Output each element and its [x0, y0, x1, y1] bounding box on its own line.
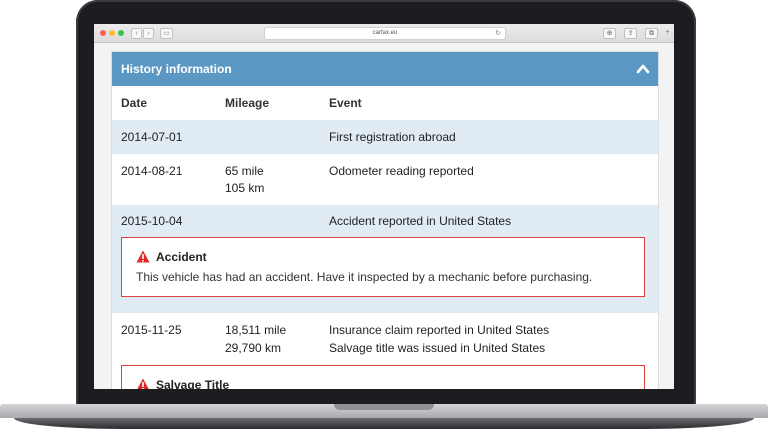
row-event: Salvage title was issued in United State… — [329, 341, 546, 355]
chevron-up-icon[interactable] — [636, 62, 650, 76]
share-icon[interactable]: ⇪ — [624, 28, 637, 39]
row-event: Insurance claim reported in United State… — [329, 323, 550, 337]
panel-title: History information — [121, 62, 232, 76]
row-mileage-km: 29,790 km — [225, 341, 282, 355]
alert-title: Accident — [156, 250, 207, 264]
new-tab-icon[interactable]: + — [663, 28, 672, 37]
row-event: First registration abroad — [329, 130, 456, 144]
column-mileage: Mileage — [225, 96, 270, 110]
url-text: carfax.eu — [372, 30, 398, 36]
history-panel: History information Date Mileage Event 2… — [111, 51, 659, 389]
salvage-title-alert: Salvage Title — [121, 365, 645, 389]
table-header: Date Mileage Event — [112, 86, 658, 120]
reload-icon[interactable]: ↻ — [495, 28, 501, 39]
laptop-base — [0, 404, 768, 433]
column-event: Event — [329, 96, 362, 110]
sidebar-toggle-icon[interactable]: ▭ — [160, 28, 173, 39]
browser-toolbar: ‹ › ▭ carfax.eu ↻ ⊕ ⇪ ⧉ + — [94, 24, 674, 43]
alert-title: Salvage Title — [156, 378, 230, 389]
accident-alert: Accident This vehicle has had an acciden… — [121, 237, 645, 297]
browser-window: ‹ › ▭ carfax.eu ↻ ⊕ ⇪ ⧉ + History inform… — [94, 24, 674, 389]
table-row: 2014-08-21 65 mile 105 km Odometer readi… — [112, 154, 658, 205]
row-event: Accident reported in United States — [329, 214, 512, 228]
page-content: History information Date Mileage Event 2… — [94, 43, 674, 389]
address-bar[interactable]: carfax.eu ↻ — [264, 27, 506, 40]
minimize-window-button[interactable] — [109, 30, 115, 36]
history-panel-header[interactable]: History information — [112, 52, 658, 86]
row-date: 2015-10-04 — [121, 214, 183, 228]
alert-title-row: Accident — [136, 250, 207, 264]
row-mileage-km: 105 km — [225, 181, 265, 195]
row-mileage-mi: 65 mile — [225, 164, 264, 178]
close-window-button[interactable] — [100, 30, 106, 36]
forward-button[interactable]: › — [143, 28, 154, 39]
tabs-icon[interactable]: ⧉ — [645, 28, 658, 39]
zoom-window-button[interactable] — [118, 30, 124, 36]
row-date: 2014-07-01 — [121, 130, 183, 144]
alert-title-row: Salvage Title — [136, 378, 229, 389]
row-mileage-mi: 18,511 mile — [225, 323, 287, 337]
row-date: 2015-11-25 — [121, 323, 182, 337]
table-row: 2015-10-04 Accident reported in United S… — [112, 205, 658, 313]
table-row: 2015-11-25 18,511 mile 29,790 km Insuran… — [112, 313, 658, 389]
row-date: 2014-08-21 — [121, 164, 183, 178]
download-icon[interactable]: ⊕ — [603, 28, 616, 39]
alert-text: This vehicle has had an accident. Have i… — [136, 270, 593, 284]
laptop-notch — [334, 404, 434, 410]
column-date: Date — [121, 96, 148, 110]
warning-icon — [136, 250, 150, 263]
table-row: 2014-07-01 First registration abroad — [112, 120, 658, 154]
warning-icon — [137, 378, 149, 389]
back-button[interactable]: ‹ — [131, 28, 142, 39]
laptop-base-bottom — [14, 418, 754, 429]
row-event: Odometer reading reported — [329, 164, 474, 178]
